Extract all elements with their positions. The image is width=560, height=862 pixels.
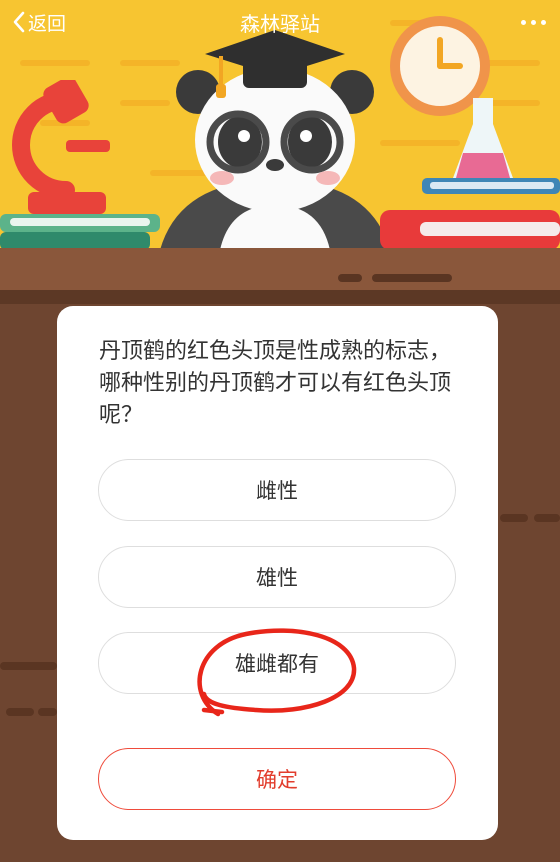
option-label: 雌性 xyxy=(256,479,298,503)
option-button[interactable]: 雌性 xyxy=(98,459,456,521)
confirm-label: 确定 xyxy=(256,768,298,792)
desk-line xyxy=(534,514,560,522)
flask-icon xyxy=(452,98,514,186)
desk-line xyxy=(38,708,57,716)
microscope-icon xyxy=(12,80,110,214)
desk-ledge xyxy=(0,248,560,290)
nav-bar: 返回 森林驿站 xyxy=(0,0,560,44)
books-icon xyxy=(380,178,560,250)
desk-shadow xyxy=(0,290,560,304)
confirm-button[interactable]: 确定 xyxy=(98,748,456,810)
page-title: 森林驿站 xyxy=(240,12,320,36)
books-icon xyxy=(0,214,160,250)
option-button[interactable]: 雄性 xyxy=(98,546,456,608)
desk-line xyxy=(500,514,528,522)
option-label: 雄性 xyxy=(256,566,298,590)
quiz-card: 丹顶鹤的红色头顶是性成熟的标志，哪种性别的丹顶鹤才可以有红色头顶呢？ 雌性 雄性… xyxy=(57,306,498,840)
desk-line xyxy=(6,708,34,716)
desk-line xyxy=(338,274,362,282)
option-button[interactable]: 雄雌都有 xyxy=(98,632,456,694)
question-text: 丹顶鹤的红色头顶是性成熟的标志，哪种性别的丹顶鹤才可以有红色头顶呢？ xyxy=(99,339,452,428)
desk-line xyxy=(372,274,452,282)
more-dots-icon[interactable] xyxy=(521,6,546,38)
desk-line xyxy=(0,662,57,670)
option-label: 雄雌都有 xyxy=(235,652,319,676)
